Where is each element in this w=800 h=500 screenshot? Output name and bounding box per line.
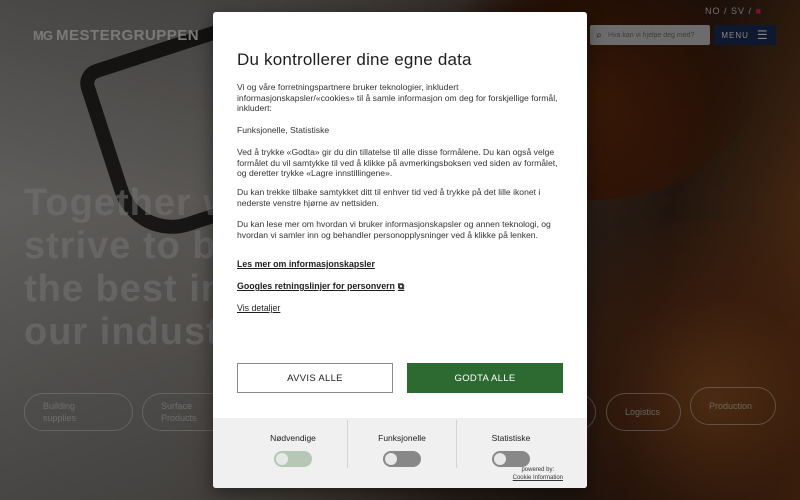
accept-all-label: GODTA ALLE bbox=[454, 372, 516, 384]
reject-all-label: AVVIS ALLE bbox=[287, 372, 343, 384]
consent-withdraw-info: Du kan trekke tilbake samtykket ditt til… bbox=[237, 187, 541, 208]
dialog-title: Du kontrollerer dine egne data bbox=[237, 50, 472, 69]
show-details-link-text[interactable]: Vis detaljer bbox=[237, 303, 280, 313]
powered-by-label: powered by: bbox=[521, 467, 555, 473]
cookies-info-link-text[interactable]: Les mer om informasjonskapsler bbox=[237, 259, 375, 269]
cookies-info-link[interactable]: Les mer om informasjonskapsler bbox=[237, 259, 375, 269]
toggle-necessary: Nødvendige bbox=[239, 420, 348, 468]
reject-all-button[interactable]: AVVIS ALLE bbox=[237, 363, 393, 393]
consent-more-info: Du kan lese mer om hvordan vi bruker inf… bbox=[237, 219, 551, 240]
consent-intro: Vi og våre forretningspartnere bruker te… bbox=[237, 82, 558, 114]
switch-knob bbox=[385, 453, 397, 465]
toggle-label: Nødvendige bbox=[270, 433, 316, 443]
necessary-switch[interactable] bbox=[274, 451, 312, 467]
toggle-functional: Funksjonelle bbox=[348, 420, 457, 468]
google-privacy-link[interactable]: Googles retningslinjer for personvern ⧉ bbox=[237, 281, 404, 292]
switch-knob bbox=[276, 453, 288, 465]
statistics-switch[interactable] bbox=[492, 451, 530, 467]
cookie-consent-dialog: Du kontrollerer dine egne data Vi og vår… bbox=[213, 12, 587, 488]
toggle-label: Statistiske bbox=[491, 433, 531, 443]
dialog-content: Du kontrollerer dine egne data Vi og vår… bbox=[237, 12, 565, 313]
switch-knob bbox=[494, 453, 506, 465]
accept-all-button[interactable]: GODTA ALLE bbox=[407, 363, 563, 393]
functional-switch[interactable] bbox=[383, 451, 421, 467]
powered-by: powered by: Cookie Information bbox=[513, 466, 563, 482]
toggle-statistics: Statistiske bbox=[457, 420, 565, 468]
cookie-information-link[interactable]: Cookie Information bbox=[513, 474, 563, 482]
show-details-link[interactable]: Vis detaljer bbox=[237, 303, 280, 313]
dialog-actions: AVVIS ALLE GODTA ALLE bbox=[213, 342, 587, 418]
toggle-label: Funksjonelle bbox=[378, 433, 426, 443]
consent-purposes: Funksjonelle, Statistiske bbox=[237, 125, 330, 135]
external-link-icon[interactable]: ⧉ bbox=[398, 281, 404, 291]
consent-accept-info: Ved å trykke «Godta» gir du din tillatel… bbox=[237, 147, 558, 179]
google-privacy-link-text[interactable]: Googles retningslinjer for personvern bbox=[237, 281, 395, 291]
